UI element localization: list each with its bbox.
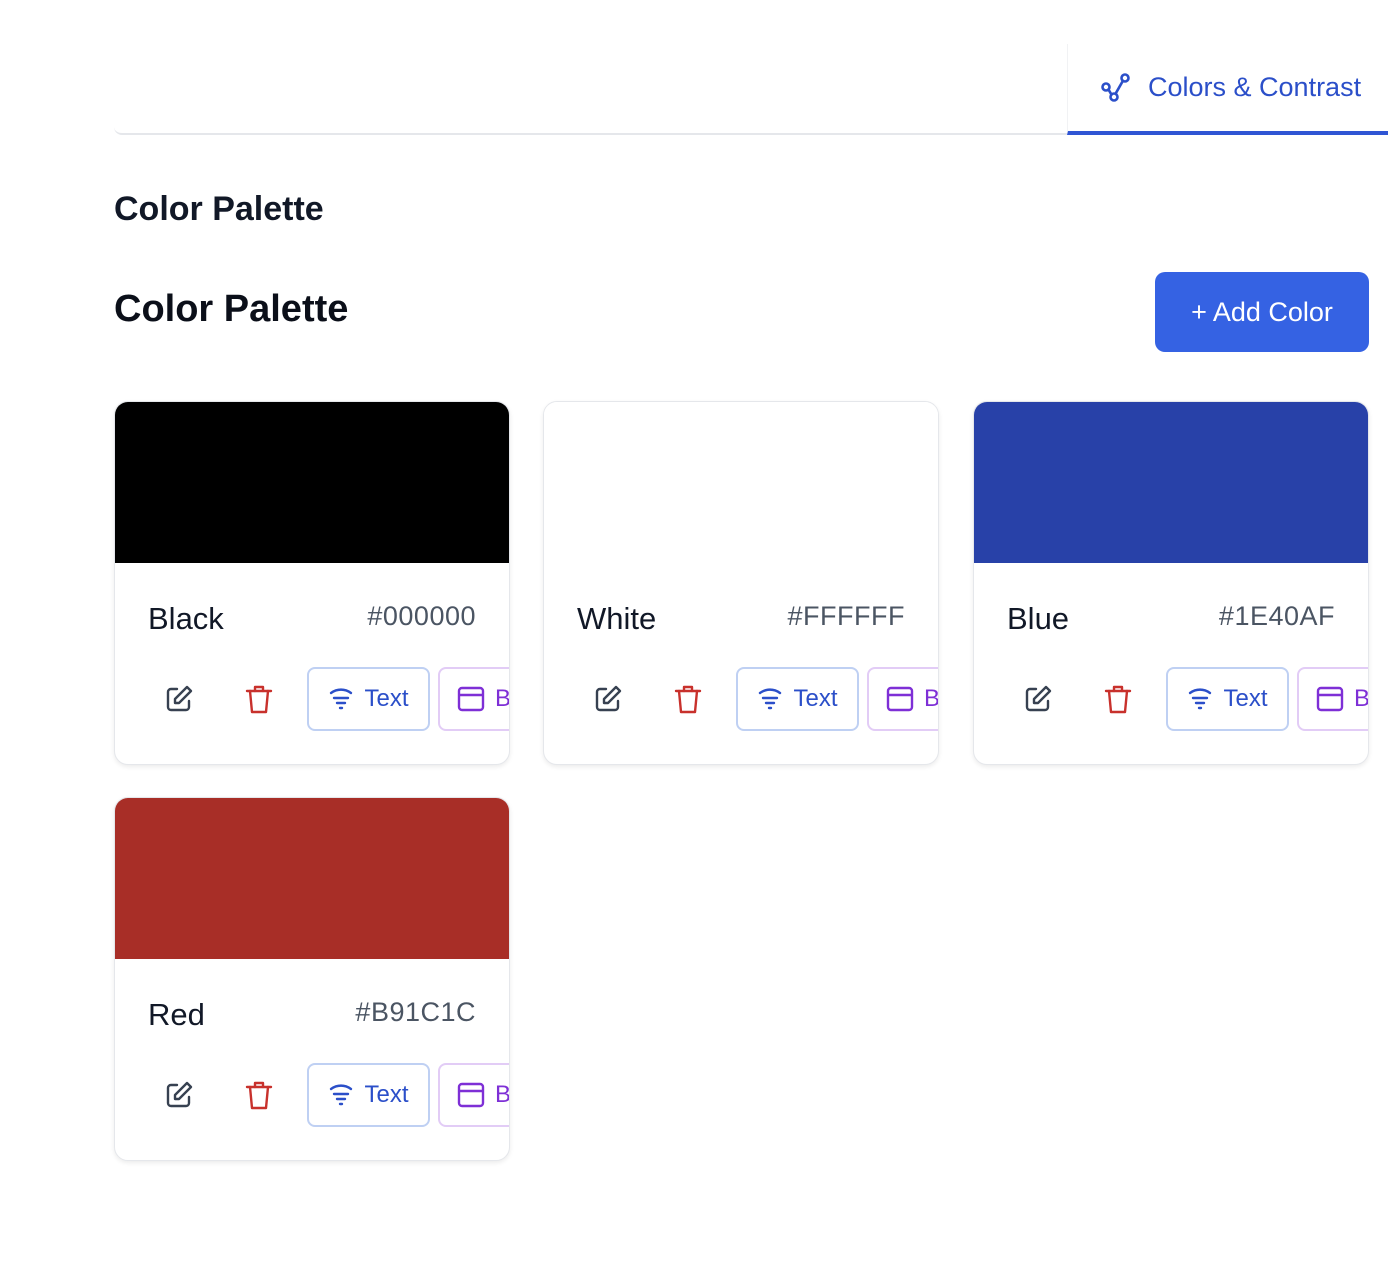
layout-icon [457, 685, 485, 713]
layout-icon [457, 1081, 485, 1109]
edit-icon [1022, 683, 1054, 715]
trash-icon [244, 683, 274, 715]
delete-button[interactable] [227, 1063, 291, 1127]
delete-button[interactable] [1086, 667, 1150, 731]
color-hex: #000000 [367, 601, 476, 631]
edit-button[interactable] [147, 667, 211, 731]
color-name: Black [148, 601, 224, 636]
color-name: Blue [1007, 601, 1070, 636]
trash-icon [673, 683, 703, 715]
text-filter-icon [757, 687, 783, 711]
color-card-red: Red #B91C1C Text B [114, 797, 510, 1161]
bg-chip-label: Background [495, 1081, 510, 1108]
layout-icon [1316, 685, 1344, 713]
color-swatch [974, 402, 1368, 563]
add-color-button[interactable]: + Add Color [1155, 272, 1369, 352]
text-usage-chip[interactable]: Text [1166, 667, 1289, 731]
color-hex: #1E40AF [1218, 601, 1335, 631]
text-chip-label: Text [364, 685, 409, 712]
color-swatch [544, 402, 938, 563]
edit-icon [163, 683, 195, 715]
edit-icon [592, 683, 624, 715]
color-swatch [115, 402, 509, 563]
text-usage-chip[interactable]: Text [307, 667, 430, 731]
section-title: Color Palette [114, 190, 324, 228]
color-card-white: White #FFFFFF Text B [543, 401, 939, 765]
text-chip-label: Text [364, 1081, 409, 1108]
tab-label: Colors & Contrast [1148, 72, 1362, 102]
color-name: White [577, 601, 657, 636]
edit-button[interactable] [147, 1063, 211, 1127]
color-hex: #FFFFFF [787, 601, 905, 631]
layout-icon [886, 685, 914, 713]
delete-button[interactable] [227, 667, 291, 731]
bg-chip-label: Background [1354, 685, 1369, 712]
background-usage-chip[interactable]: Background [438, 1063, 510, 1127]
bg-chip-label: Background [924, 685, 939, 712]
background-usage-chip[interactable]: Background [867, 667, 939, 731]
color-hex: #B91C1C [355, 997, 476, 1027]
bg-chip-label: Background [495, 685, 510, 712]
color-card-black: Black #000000 Text B [114, 401, 510, 765]
palette-title: Color Palette [114, 288, 349, 330]
edit-button[interactable] [576, 667, 640, 731]
text-usage-chip[interactable]: Text [736, 667, 859, 731]
tab-bar: Colors & Contrast [114, 44, 1388, 135]
share-nodes-icon [1100, 72, 1132, 104]
color-swatch [115, 798, 509, 959]
color-name: Red [148, 997, 205, 1032]
edit-icon [163, 1079, 195, 1111]
text-chip-label: Text [1223, 685, 1268, 712]
trash-icon [1103, 683, 1133, 715]
text-filter-icon [328, 687, 354, 711]
background-usage-chip[interactable]: Background [1297, 667, 1369, 731]
tab-colors-contrast[interactable]: Colors & Contrast [1067, 44, 1388, 135]
trash-icon [244, 1079, 274, 1111]
color-card-blue: Blue #1E40AF Text B [973, 401, 1369, 765]
edit-button[interactable] [1006, 667, 1070, 731]
text-filter-icon [1187, 687, 1213, 711]
text-chip-label: Text [793, 685, 838, 712]
text-usage-chip[interactable]: Text [307, 1063, 430, 1127]
text-filter-icon [328, 1083, 354, 1107]
background-usage-chip[interactable]: Background [438, 667, 510, 731]
delete-button[interactable] [656, 667, 720, 731]
